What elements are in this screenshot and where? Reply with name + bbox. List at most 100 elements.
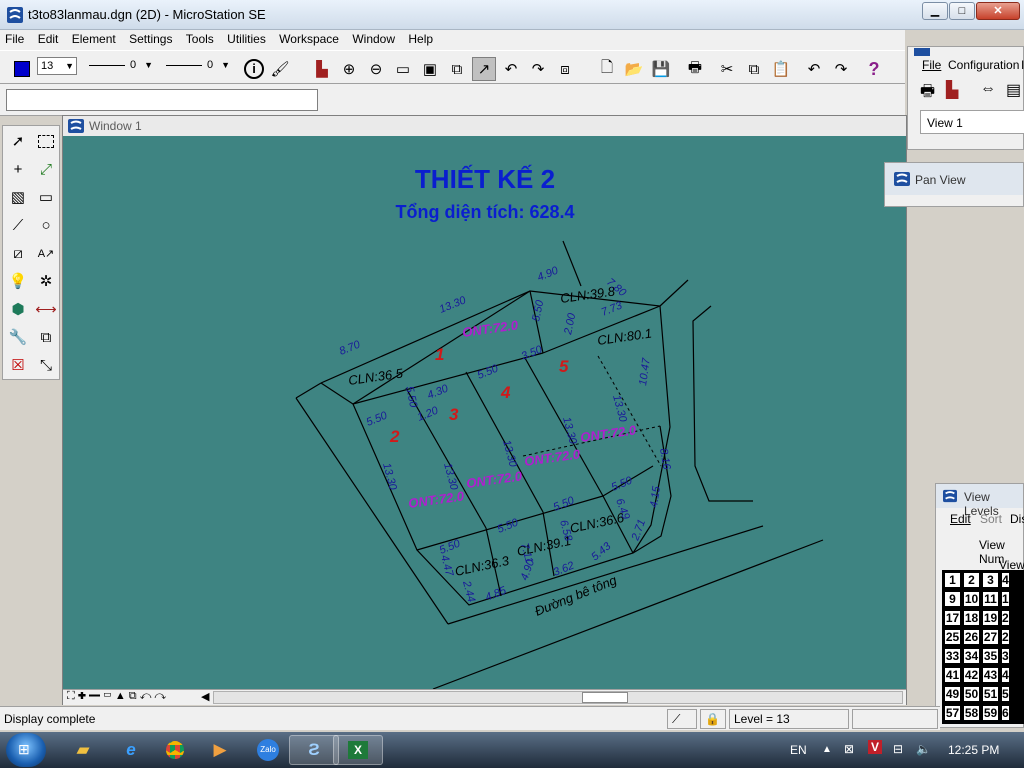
cut-button[interactable]: ✂ [715, 57, 739, 81]
copy-element-tool[interactable]: ⧉ [33, 324, 59, 350]
lock-indicator[interactable]: 🔒 [700, 709, 726, 729]
level-cell[interactable]: 1 [944, 572, 961, 588]
show-hidden-icons-arrow[interactable]: ▲ [822, 744, 832, 755]
save-button[interactable]: 💾 [649, 57, 673, 81]
level-cell[interactable]: 25 [944, 629, 961, 645]
place-line-tool[interactable]: ⟋ [5, 212, 31, 238]
info-button[interactable]: i [242, 57, 266, 81]
level-cell[interactable]: 43 [982, 667, 999, 683]
place-shape-tool[interactable]: ▧ [5, 184, 31, 210]
level-cell[interactable]: 34 [963, 648, 980, 664]
menu-element[interactable]: Element [67, 30, 121, 48]
level-cell[interactable]: 33 [944, 648, 961, 664]
clock[interactable]: 12:25 PM [948, 743, 999, 757]
scrollbar-thumb[interactable] [582, 692, 628, 703]
drawing-canvas[interactable]: THIẾT KẾ 2 Tổng diện tích: 628.4 1 2 3 4… [63, 136, 906, 689]
level-cell[interactable]: 51 [982, 686, 999, 702]
panel-menu-configuration[interactable]: Configuration [948, 58, 1019, 72]
delete-element-tool[interactable]: ☒ [5, 352, 31, 378]
measure-tool[interactable]: ⤢ [33, 156, 59, 182]
network-icon[interactable]: ⊟ [893, 742, 903, 756]
dimension-tool[interactable]: ⟷ [33, 296, 59, 322]
place-circle-tool[interactable]: ○ [33, 212, 59, 238]
level-cell[interactable]: 11 [982, 591, 999, 607]
pan-view-title-bar[interactable]: Pan View [885, 163, 1023, 195]
taskbar-microstation[interactable]: Ƨ [289, 735, 339, 765]
antivirus-icon[interactable]: V [868, 740, 883, 754]
levels-menu-display[interactable]: Dis [1010, 512, 1024, 526]
level-cell[interactable]: 17 [944, 610, 961, 626]
language-indicator[interactable]: EN [790, 743, 807, 757]
horizontal-scrollbar[interactable] [213, 691, 903, 704]
level-cell[interactable]: 19 [982, 610, 999, 626]
taskbar-ie[interactable]: e [106, 735, 156, 765]
update-view-button[interactable]: ▙ [310, 57, 334, 81]
active-color-swatch[interactable] [10, 57, 34, 81]
taskbar-media[interactable]: ▶ [195, 735, 245, 765]
snap-tool[interactable]: ✲ [33, 268, 59, 294]
rotate-view-button[interactable]: ⧉ [445, 57, 469, 81]
place-point-tool[interactable]: + [5, 156, 31, 182]
copy-view-button[interactable]: ⧈ [553, 57, 577, 81]
open-file-button[interactable]: 📂 [622, 57, 646, 81]
level-cell[interactable]: 2 [963, 572, 980, 588]
weight-dropdown[interactable]: 13 ▼ [37, 57, 77, 75]
view-control-icons[interactable]: ⛶✚━▭▲⧉↶↷ [67, 690, 169, 703]
level-cell[interactable]: 3 [982, 572, 999, 588]
fit-view-button[interactable]: ▣ [418, 57, 442, 81]
view-levels-title-bar[interactable]: View Levels [936, 484, 1023, 518]
view-select-field[interactable]: View 1 [920, 110, 1024, 134]
modify-tool[interactable]: ⬢ [5, 296, 31, 322]
level-cell[interactable]: 12 [1001, 591, 1010, 607]
undo-button[interactable]: ↶ [802, 57, 826, 81]
taskbar-chrome[interactable] [150, 735, 200, 765]
paste-button[interactable]: 📋 [769, 57, 793, 81]
close-button[interactable]: ✕ [976, 2, 1020, 20]
level-cell[interactable]: 44 [1001, 667, 1010, 683]
fence-tool[interactable] [33, 128, 59, 154]
level-cell[interactable]: 50 [963, 686, 980, 702]
place-block-tool[interactable]: ▭ [33, 184, 59, 210]
taskbar-excel[interactable]: X [333, 735, 383, 765]
keyin-field[interactable] [6, 89, 318, 111]
level-cell[interactable]: 42 [963, 667, 980, 683]
panel-menu-file[interactable]: File [922, 58, 941, 72]
menu-settings[interactable]: Settings [124, 30, 177, 48]
copy-button[interactable]: ⧉ [742, 57, 766, 81]
level-cell[interactable]: 4 [1001, 572, 1010, 588]
view-window-title-bar[interactable]: Window 1 [63, 116, 906, 136]
level-cell[interactable]: 18 [963, 610, 980, 626]
view-next-button[interactable]: ↷ [526, 57, 550, 81]
levels-menu-sort[interactable]: Sort [980, 512, 1002, 526]
level-cell[interactable]: 60 [1001, 705, 1010, 721]
minimize-button[interactable]: ▁ [922, 2, 948, 20]
printer-icon[interactable]: 🖶 [920, 80, 935, 107]
level-cell[interactable]: 57 [944, 705, 961, 721]
volume-icon[interactable]: 🔈 [916, 742, 931, 756]
print-button[interactable]: 🖶 [683, 57, 707, 81]
menu-utilities[interactable]: Utilities [222, 30, 271, 48]
line-weight-dropdown[interactable]: 0 ▼ [162, 57, 232, 75]
network-alert-icon[interactable]: ⊠ [844, 742, 854, 756]
change-attributes-tool[interactable]: 🔧 [5, 324, 31, 350]
fit-width-icon[interactable]: ⇔ [980, 80, 996, 98]
taskbar-zalo[interactable]: Zalo [243, 735, 293, 765]
level-cell[interactable]: 10 [963, 591, 980, 607]
scroll-left-arrow[interactable]: ◀ [201, 690, 209, 703]
menu-help[interactable]: Help [403, 30, 438, 48]
level-cell[interactable]: 20 [1001, 610, 1010, 626]
level-cell[interactable]: 9 [944, 591, 961, 607]
level-cell[interactable]: 59 [982, 705, 999, 721]
levels-menu-edit[interactable]: Edit [950, 512, 971, 526]
cell-tool[interactable]: ⧄ [5, 240, 31, 266]
brush-icon[interactable]: ▙ [946, 80, 958, 100]
menu-workspace[interactable]: Workspace [274, 30, 344, 48]
level-cell[interactable]: 58 [963, 705, 980, 721]
taskbar-explorer[interactable]: ▰ [58, 735, 108, 765]
level-cell[interactable]: 36 [1001, 648, 1010, 664]
snap-mode-indicator[interactable]: ⟋ [667, 709, 697, 729]
view-previous-button[interactable]: ↶ [499, 57, 523, 81]
light-tool[interactable]: 💡 [5, 268, 31, 294]
element-selection-tool[interactable]: ➚ [5, 128, 31, 154]
help-button[interactable]: ? [862, 57, 886, 81]
